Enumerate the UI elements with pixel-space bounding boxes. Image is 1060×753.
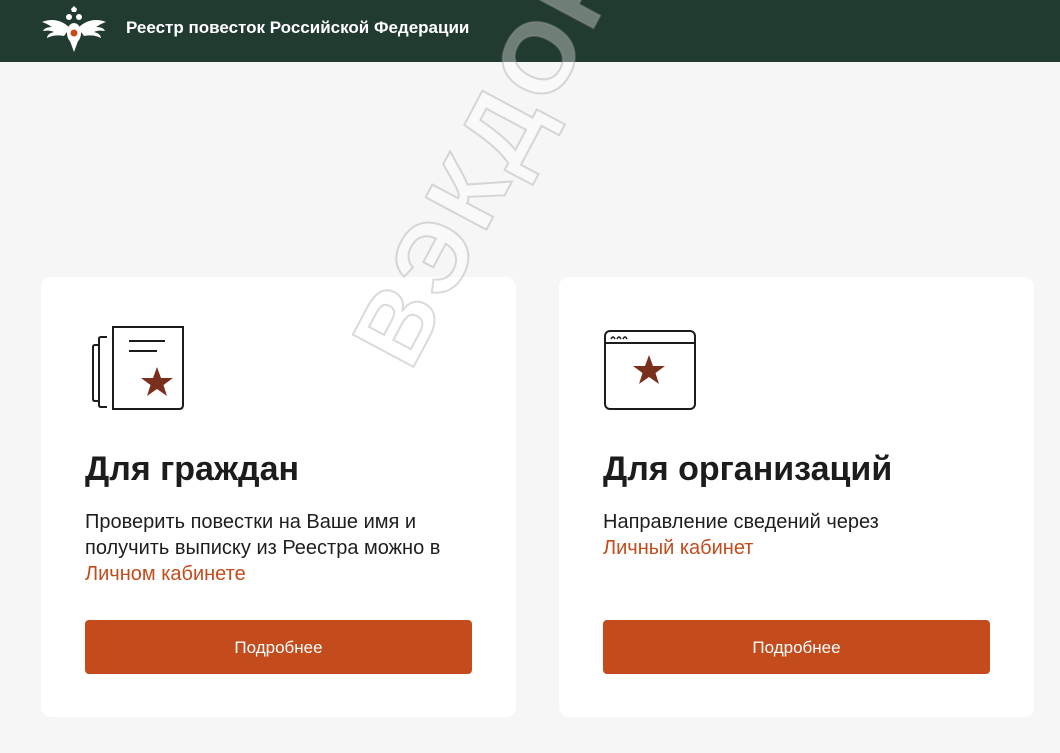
organizations-description: Направление сведений через Личный кабине…	[603, 509, 1013, 561]
organizations-description-text: Направление сведений через	[603, 511, 879, 533]
document-star-icon	[92, 326, 184, 410]
personal-account-link[interactable]: Личном кабинете	[85, 563, 246, 585]
page-title: Реестр повесток Российской Федерации	[126, 18, 470, 37]
double-headed-eagle-icon[interactable]	[40, 6, 108, 54]
citizens-more-button[interactable]: Подробнее	[85, 620, 472, 674]
top-header: Реестр повесток Российской Федерации	[0, 0, 1060, 62]
citizens-description-text: Проверить повестки на Ваше имя и получит…	[85, 511, 441, 559]
citizens-title: Для граждан	[85, 450, 300, 488]
citizens-description: Проверить повестки на Ваше имя и получит…	[85, 509, 495, 587]
organizations-more-button[interactable]: Подробнее	[603, 620, 990, 674]
organizations-title: Для организаций	[603, 450, 893, 488]
browser-window-star-icon	[604, 330, 696, 410]
personal-cabinet-link[interactable]: Личный кабинет	[603, 537, 753, 559]
organizations-card: Для организаций Направление сведений чер…	[559, 277, 1034, 717]
citizens-card: Для граждан Проверить повестки на Ваше и…	[41, 277, 516, 717]
